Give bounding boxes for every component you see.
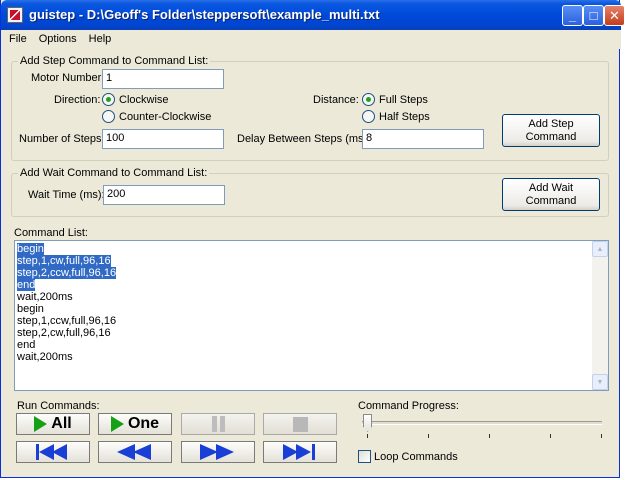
motor-number-input[interactable]: 1 bbox=[102, 69, 224, 89]
command-list-item-text: begin bbox=[17, 243, 44, 255]
clockwise-radio[interactable] bbox=[102, 93, 115, 106]
command-list-item-text: end bbox=[17, 279, 36, 291]
run-one-button[interactable]: One bbox=[98, 413, 172, 435]
skip-to-end-icon bbox=[283, 444, 317, 460]
clockwise-label[interactable]: Clockwise bbox=[119, 94, 169, 106]
delay-input[interactable]: 8 bbox=[362, 129, 484, 149]
command-list-item[interactable]: step,1,ccw,full,96,16 bbox=[17, 315, 116, 327]
full-steps-radio[interactable] bbox=[362, 93, 375, 106]
menu-file[interactable]: File bbox=[3, 30, 33, 49]
command-list-item-text: step,2,cw,full,96,16 bbox=[17, 327, 111, 339]
add-step-label-line2: Command bbox=[525, 130, 577, 143]
close-button[interactable]: ✕ bbox=[604, 5, 625, 26]
command-list-item[interactable]: end bbox=[17, 279, 116, 291]
run-all-button[interactable]: All bbox=[16, 413, 90, 435]
slider-tick bbox=[428, 434, 429, 438]
command-list-item[interactable]: step,2,cw,full,96,16 bbox=[17, 327, 116, 339]
full-steps-label[interactable]: Full Steps bbox=[379, 94, 428, 106]
wait-time-input[interactable]: 200 bbox=[103, 185, 225, 205]
command-list-item[interactable]: end bbox=[17, 339, 116, 351]
slider-tick bbox=[601, 434, 602, 438]
close-icon: ✕ bbox=[609, 8, 620, 23]
minimize-icon: _ bbox=[568, 8, 577, 23]
maximize-icon: □ bbox=[589, 8, 598, 23]
fast-forward-icon bbox=[200, 444, 236, 460]
command-lines: begin step,1,cw,full,96,16 step,2,ccw,full… bbox=[17, 243, 117, 363]
play-icon bbox=[110, 416, 124, 432]
command-list-item-text: wait,200ms bbox=[17, 351, 73, 363]
distance-label: Distance: bbox=[313, 94, 359, 106]
title-bar[interactable]: guistep - D:\Geoff's Folder\steppersoft\… bbox=[1, 0, 625, 30]
run-all-label: All bbox=[51, 415, 72, 432]
command-list-item[interactable]: wait,200ms bbox=[17, 351, 116, 363]
add-step-label-line1: Add Step bbox=[528, 117, 574, 130]
first-command-button[interactable] bbox=[16, 441, 90, 463]
menu-help[interactable]: Help bbox=[83, 30, 118, 49]
vertical-scrollbar[interactable]: ▲ ▼ bbox=[592, 241, 608, 390]
window-title: guistep - D:\Geoff's Folder\steppersoft\… bbox=[29, 7, 380, 22]
delay-label: Delay Between Steps (ms): bbox=[237, 133, 371, 145]
motor-number-label: Motor Number: bbox=[31, 72, 105, 84]
command-list-item[interactable]: begin bbox=[17, 243, 116, 255]
half-steps-radio[interactable] bbox=[362, 110, 375, 123]
half-steps-label[interactable]: Half Steps bbox=[379, 111, 430, 123]
progress-slider-thumb[interactable] bbox=[363, 414, 372, 432]
run-one-label: One bbox=[127, 415, 160, 432]
step-forward-button[interactable] bbox=[181, 441, 255, 463]
command-list-item-text: step,2,ccw,full,96,16 bbox=[17, 267, 117, 279]
app-window: guistep - D:\Geoff's Folder\steppersoft\… bbox=[0, 0, 625, 478]
command-list-box[interactable]: begin step,1,cw,full,96,16 step,2,ccw,full… bbox=[14, 240, 609, 391]
wait-time-label: Wait Time (ms): bbox=[28, 189, 105, 201]
counter-clockwise-label[interactable]: Counter-Clockwise bbox=[119, 111, 211, 123]
command-list-item-text: step,1,ccw,full,96,16 bbox=[17, 315, 117, 327]
step-back-button[interactable] bbox=[98, 441, 172, 463]
direction-label: Direction: bbox=[54, 94, 101, 106]
command-list-item-text: begin bbox=[17, 303, 44, 315]
rewind-icon bbox=[117, 444, 153, 460]
step-group-title: Add Step Command to Command List: bbox=[18, 55, 211, 67]
command-list-item-text: wait,200ms bbox=[17, 291, 73, 303]
slider-tick bbox=[367, 434, 368, 438]
minimize-button[interactable]: _ bbox=[562, 5, 583, 26]
wait-group-title: Add Wait Command to Command List: bbox=[18, 167, 210, 179]
progress-slider-track[interactable] bbox=[362, 421, 602, 425]
command-list-item[interactable]: wait,200ms bbox=[17, 291, 116, 303]
command-list-item[interactable]: step,2,ccw,full,96,16 bbox=[17, 267, 117, 279]
stop-icon bbox=[292, 416, 308, 432]
counter-clockwise-radio[interactable] bbox=[102, 110, 115, 123]
command-list-label: Command List: bbox=[14, 227, 88, 239]
maximize-button[interactable]: □ bbox=[583, 5, 604, 26]
menu-bar: File Options Help bbox=[1, 30, 621, 49]
slider-tick bbox=[550, 434, 551, 438]
scroll-down-icon[interactable]: ▼ bbox=[592, 374, 608, 390]
add-step-command-button[interactable]: Add Step Command bbox=[502, 114, 600, 147]
add-wait-label-line1: Add Wait bbox=[528, 181, 574, 194]
add-wait-command-button[interactable]: Add Wait Command bbox=[502, 178, 600, 211]
last-command-button[interactable] bbox=[263, 441, 337, 463]
pause-button[interactable] bbox=[181, 413, 255, 435]
menu-options[interactable]: Options bbox=[33, 30, 83, 49]
command-list-item[interactable]: begin bbox=[17, 303, 116, 315]
loop-commands-label[interactable]: Loop Commands bbox=[374, 451, 458, 463]
loop-commands-checkbox[interactable] bbox=[358, 450, 371, 463]
scroll-up-icon[interactable]: ▲ bbox=[592, 241, 608, 257]
number-of-steps-input[interactable]: 100 bbox=[102, 129, 224, 149]
pause-icon bbox=[211, 416, 225, 432]
run-commands-label: Run Commands: bbox=[17, 400, 100, 412]
command-list-item-text: step,1,cw,full,96,16 bbox=[17, 255, 111, 267]
command-progress-label: Command Progress: bbox=[358, 400, 459, 412]
app-icon[interactable] bbox=[7, 7, 23, 23]
slider-tick bbox=[489, 434, 490, 438]
command-list-item-text: end bbox=[17, 339, 36, 351]
command-list-item[interactable]: step,1,cw,full,96,16 bbox=[17, 255, 116, 267]
stop-button[interactable] bbox=[263, 413, 337, 435]
number-of-steps-label: Number of Steps: bbox=[19, 133, 105, 145]
play-icon bbox=[34, 416, 48, 432]
add-wait-label-line2: Command bbox=[525, 194, 577, 207]
skip-to-start-icon bbox=[36, 444, 70, 460]
